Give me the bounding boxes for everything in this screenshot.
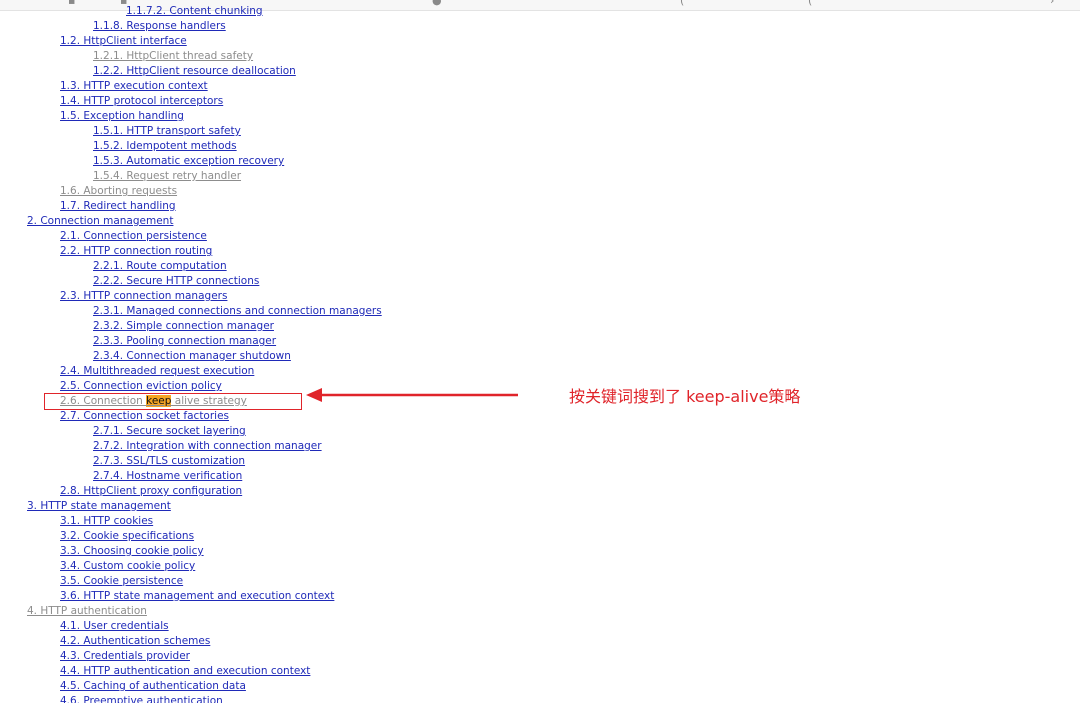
annotation-arrow-icon <box>306 388 518 402</box>
toc-link[interactable]: 4. HTTP authentication <box>27 604 147 619</box>
toc-link[interactable]: 3.5. Cookie persistence <box>60 574 183 589</box>
toc-link[interactable]: 2.7.2. Integration with connection manag… <box>93 439 322 454</box>
toc-link[interactable]: 4.2. Authentication schemes <box>60 634 210 649</box>
toc-link[interactable]: 2.3.4. Connection manager shutdown <box>93 349 291 364</box>
toc-link[interactable]: 1.5. Exception handling <box>60 109 184 124</box>
toc-link[interactable]: 1.3. HTTP execution context <box>60 79 208 94</box>
table-of-contents: 1.1.7.2. Content chunking 1.1.8. Response… <box>0 0 1080 703</box>
toc-link[interactable]: 2.2. HTTP connection routing <box>60 244 212 259</box>
toc-link[interactable]: 2.7.4. Hostname verification <box>93 469 242 484</box>
annotation-note: 按关键词搜到了 keep-alive策略 <box>569 387 801 406</box>
toc-link[interactable]: 1.5.1. HTTP transport safety <box>93 124 241 139</box>
toc-link[interactable]: 3.2. Cookie specifications <box>60 529 194 544</box>
toc-link[interactable]: 2.5. Connection eviction policy <box>60 379 222 394</box>
toc-link[interactable]: 4.1. User credentials <box>60 619 169 634</box>
toc-link[interactable]: 3.3. Choosing cookie policy <box>60 544 204 559</box>
toc-link[interactable]: 1.5.4. Request retry handler <box>93 169 241 184</box>
toc-link[interactable]: 2.4. Multithreaded request execution <box>60 364 254 379</box>
toc-link[interactable]: 2.8. HttpClient proxy configuration <box>60 484 242 499</box>
toc-link[interactable]: 1.5.2. Idempotent methods <box>93 139 237 154</box>
toc-link[interactable]: 3.4. Custom cookie policy <box>60 559 195 574</box>
toc-link[interactable]: 3. HTTP state management <box>27 499 171 514</box>
toc-link[interactable]: 3.6. HTTP state management and execution… <box>60 589 334 604</box>
toc-link[interactable]: 2.7. Connection socket factories <box>60 409 229 424</box>
toc-link[interactable]: 4.6. Preemptive authentication <box>60 694 223 703</box>
toc-link[interactable]: 1.6. Aborting requests <box>60 184 177 199</box>
toc-link[interactable]: 2.2.2. Secure HTTP connections <box>93 274 259 289</box>
toc-link[interactable]: 4.5. Caching of authentication data <box>60 679 246 694</box>
toc-link[interactable]: 1.1.7.2. Content chunking <box>126 4 263 19</box>
toc-link[interactable]: 2.3.1. Managed connections and connectio… <box>93 304 382 319</box>
toc-link[interactable]: 4.4. HTTP authentication and execution c… <box>60 664 310 679</box>
toc-link[interactable]: 4.3. Credentials provider <box>60 649 190 664</box>
toc-link[interactable]: 1.2.1. HttpClient thread safety <box>93 49 253 64</box>
toc-link[interactable]: 2.7.1. Secure socket layering <box>93 424 246 439</box>
toc-link[interactable]: 2.7.3. SSL/TLS customization <box>93 454 245 469</box>
toc-link[interactable]: 1.1.8. Response handlers <box>93 19 226 34</box>
annotation-highlight-box <box>44 393 302 410</box>
toc-link[interactable]: 1.4. HTTP protocol interceptors <box>60 94 223 109</box>
toc-link[interactable]: 1.5.3. Automatic exception recovery <box>93 154 284 169</box>
toc-link[interactable]: 2. Connection management <box>27 214 173 229</box>
toc-link[interactable]: 2.3. HTTP connection managers <box>60 289 227 304</box>
toc-link[interactable]: 2.2.1. Route computation <box>93 259 227 274</box>
toc-link[interactable]: 2.3.2. Simple connection manager <box>93 319 274 334</box>
toc-link[interactable]: 1.7. Redirect handling <box>60 199 176 214</box>
toc-link[interactable]: 2.3.3. Pooling connection manager <box>93 334 276 349</box>
toc-link[interactable]: 3.1. HTTP cookies <box>60 514 153 529</box>
toc-link[interactable]: 1.2. HttpClient interface <box>60 34 187 49</box>
toc-link[interactable]: 1.2.2. HttpClient resource deallocation <box>93 64 296 79</box>
toc-link[interactable]: 2.1. Connection persistence <box>60 229 207 244</box>
